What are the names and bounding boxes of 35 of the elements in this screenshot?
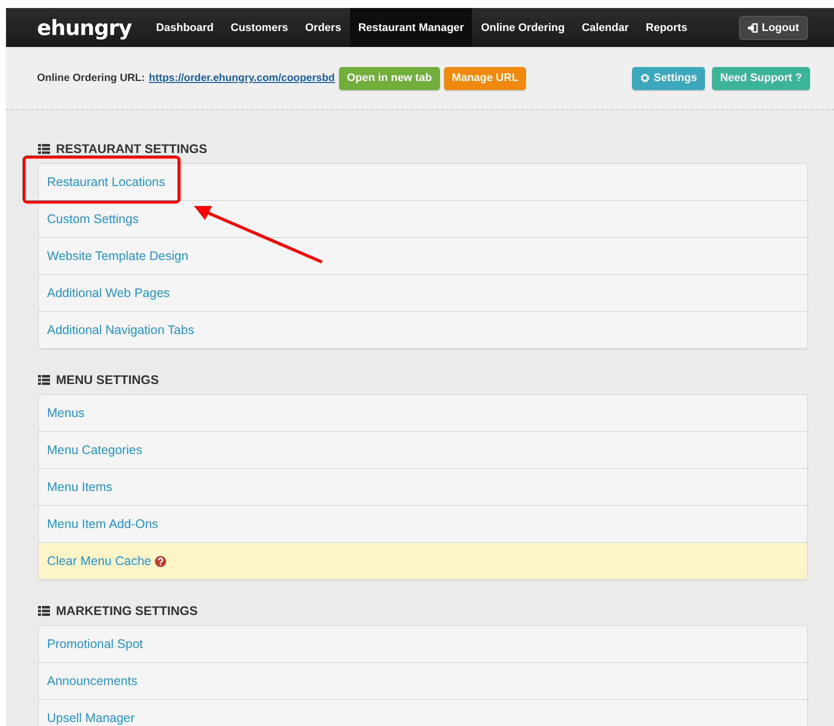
settings-link[interactable]: Promotional Spot: [47, 637, 143, 651]
settings-link[interactable]: Clear Menu Cache: [47, 554, 152, 568]
nav-item[interactable]: Reports: [637, 8, 696, 47]
settings-link[interactable]: Announcements: [47, 674, 138, 688]
settings-link[interactable]: Custom Settings: [47, 212, 139, 226]
url-link[interactable]: https://order.ehungry.com/coopersbd: [148, 72, 335, 84]
gear-icon: [640, 73, 650, 83]
toolbar-button[interactable]: Need Support ?: [712, 66, 810, 90]
toolbar-button[interactable]: Manage URL: [444, 66, 526, 90]
list-icon: [38, 606, 50, 616]
settings-link[interactable]: Menu Items: [47, 480, 112, 494]
section-title: MENU SETTINGS: [56, 373, 159, 387]
logout-button[interactable]: Logout: [738, 16, 808, 40]
settings-link[interactable]: Menu Item Add-Ons: [47, 517, 158, 531]
toolbar-button[interactable]: Open in new tab: [338, 66, 440, 90]
nav-item[interactable]: Online Ordering: [472, 8, 574, 47]
section-title: MARKETING SETTINGS: [56, 604, 198, 618]
url-label: Online Ordering URL:: [37, 72, 145, 84]
settings-link[interactable]: Additional Navigation Tabs: [47, 323, 194, 337]
logo[interactable]: ehungry: [37, 16, 132, 40]
list-icon: [38, 375, 50, 385]
section-title: RESTAURANT SETTINGS: [56, 142, 208, 156]
logout-icon: [748, 22, 758, 32]
settings-link[interactable]: Menu Categories: [47, 443, 142, 457]
nav-item[interactable]: Orders: [296, 8, 350, 47]
settings-link[interactable]: Upsell Manager: [47, 711, 135, 725]
nav-item[interactable]: Calendar: [573, 8, 638, 47]
nav-item[interactable]: Dashboard: [148, 8, 222, 47]
toolbar-button[interactable]: Settings: [632, 66, 706, 90]
nav-item[interactable]: Customers: [222, 8, 297, 47]
nav-item[interactable]: Restaurant Manager: [350, 8, 472, 47]
settings-link[interactable]: Menus: [47, 406, 85, 420]
settings-link[interactable]: Website Template Design: [47, 249, 188, 263]
list-icon: [38, 144, 50, 154]
settings-link[interactable]: Additional Web Pages: [47, 286, 170, 300]
